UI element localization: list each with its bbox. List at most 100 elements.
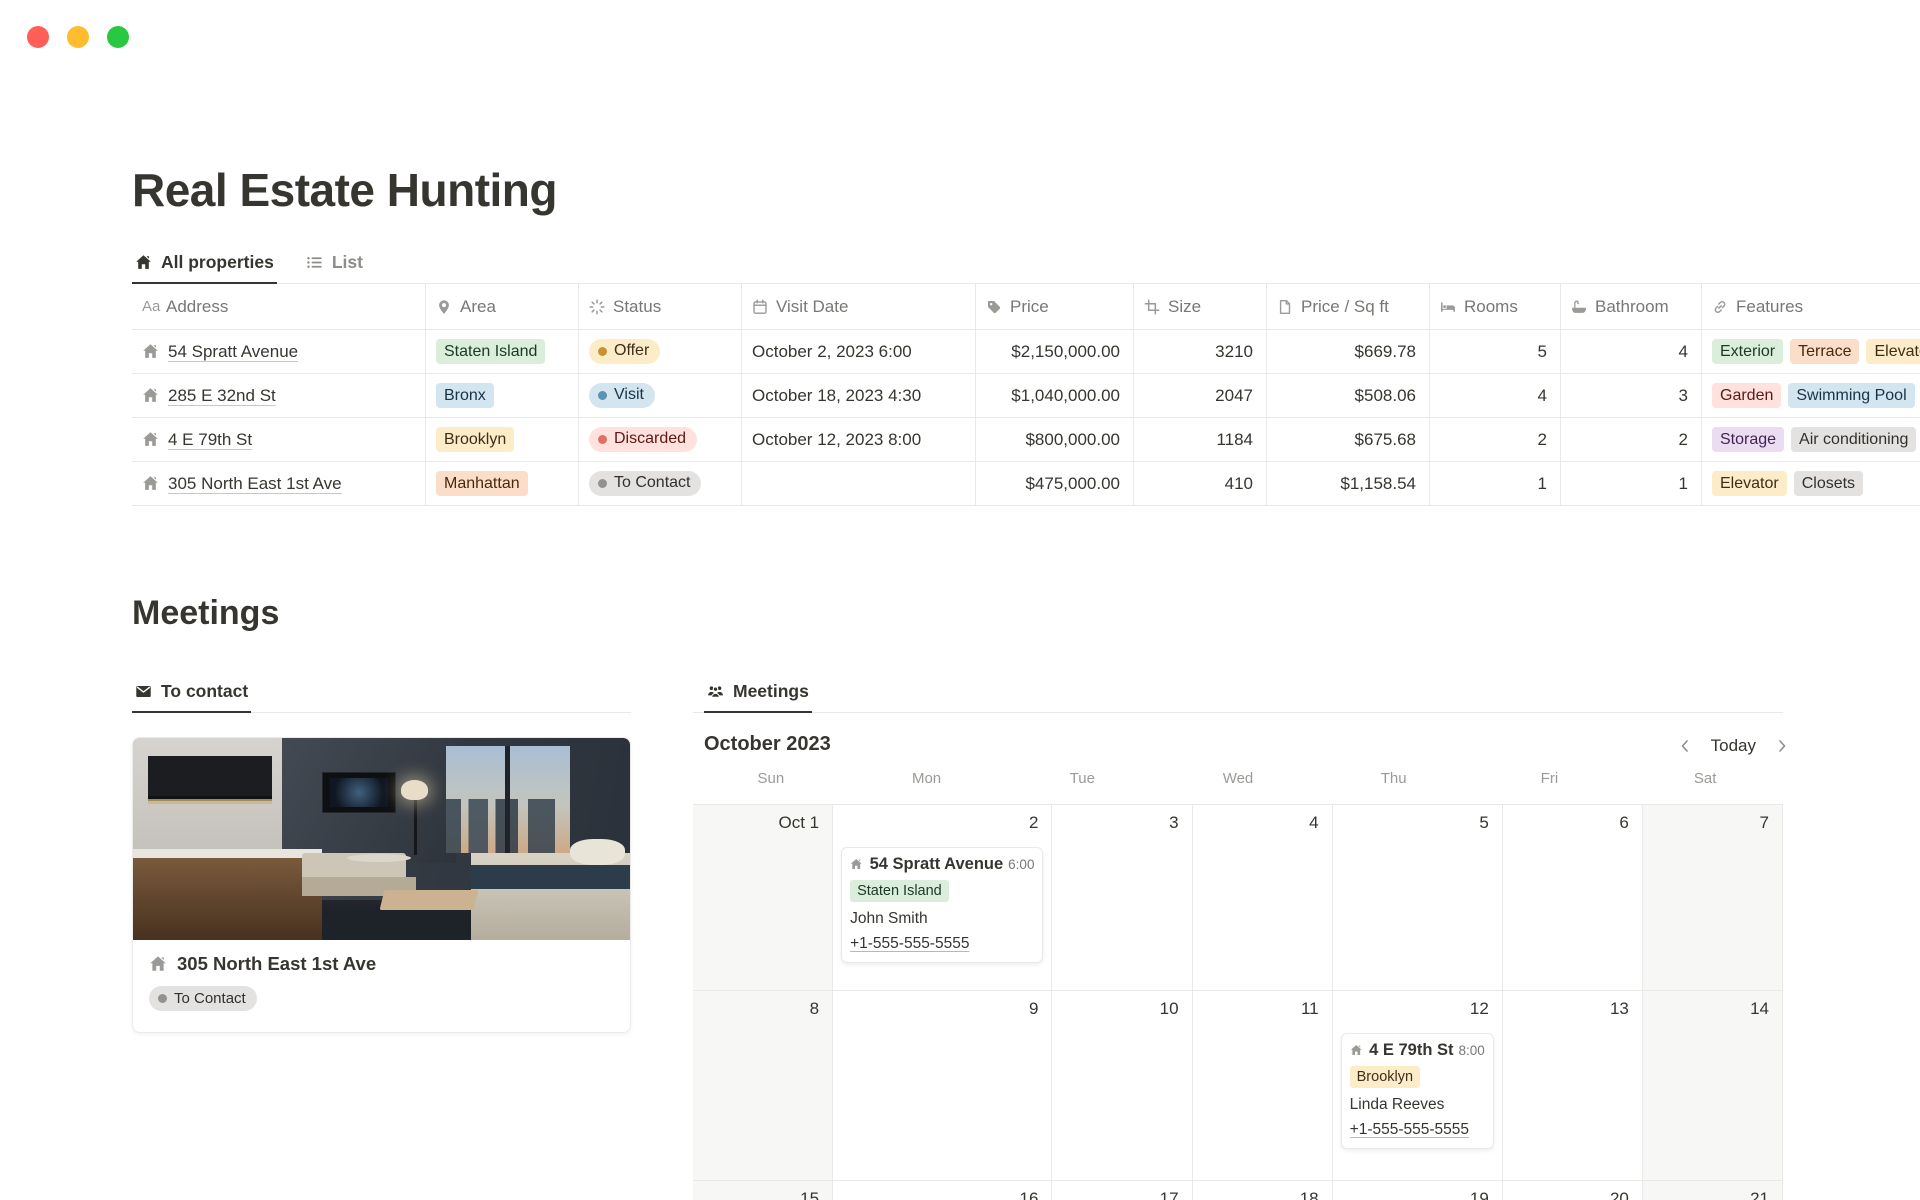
cell-price-sqft[interactable]: $669.78: [1267, 330, 1430, 374]
cell-features[interactable]: ExteriorTerraceElevator: [1702, 330, 1920, 374]
day-number: 17: [1160, 1189, 1179, 1200]
calendar-day-cell[interactable]: 13: [1503, 991, 1643, 1181]
cell-bathroom[interactable]: 1: [1561, 462, 1702, 506]
cell-area[interactable]: Brooklyn: [426, 418, 579, 462]
house-icon: [142, 387, 159, 404]
calendar-day-cell[interactable]: 4: [1193, 805, 1333, 991]
cell-address[interactable]: 54 Spratt Avenue: [132, 330, 426, 374]
cell-price-sqft[interactable]: $508.06: [1267, 374, 1430, 418]
day-header-sun: Sun: [693, 770, 849, 787]
calendar-day-cell[interactable]: 3: [1052, 805, 1192, 991]
close-button[interactable]: [27, 26, 49, 48]
cell-status[interactable]: Visit: [579, 374, 742, 418]
cell-address[interactable]: 305 North East 1st Ave: [132, 462, 426, 506]
cell-price-sqft[interactable]: $1,158.54: [1267, 462, 1430, 506]
column-header-size[interactable]: Size: [1134, 284, 1267, 330]
calendar-day-cell[interactable]: 14: [1643, 991, 1783, 1181]
cell-status[interactable]: To Contact: [579, 462, 742, 506]
calendar-day-cell[interactable]: 5: [1333, 805, 1503, 991]
cell-rooms[interactable]: 5: [1430, 330, 1561, 374]
cell-area[interactable]: Bronx: [426, 374, 579, 418]
calendar-day-cell[interactable]: 8: [693, 991, 833, 1181]
column-header-features[interactable]: Features: [1702, 284, 1920, 330]
cell-price[interactable]: $475,000.00: [976, 462, 1134, 506]
tag-staten-island: Staten Island: [850, 880, 949, 902]
cell-area[interactable]: Manhattan: [426, 462, 579, 506]
cell-features[interactable]: ElevatorClosets: [1702, 462, 1920, 506]
tab-to-contact[interactable]: To contact: [132, 681, 251, 713]
address-link[interactable]: 54 Spratt Avenue: [168, 342, 298, 362]
calendar-day-cell[interactable]: 10: [1052, 991, 1192, 1181]
cell-bathroom[interactable]: 2: [1561, 418, 1702, 462]
cell-visit-date[interactable]: October 2, 2023 6:00: [742, 330, 976, 374]
cell-features[interactable]: StorageAir conditioning: [1702, 418, 1920, 462]
address-link[interactable]: 305 North East 1st Ave: [168, 474, 342, 494]
calendar-day-cell[interactable]: 15: [693, 1181, 833, 1200]
cell-address[interactable]: 4 E 79th St: [132, 418, 426, 462]
cell-price-sqft[interactable]: $675.68: [1267, 418, 1430, 462]
column-header-bathroom[interactable]: Bathroom: [1561, 284, 1702, 330]
calendar-day-cell[interactable]: 17: [1052, 1181, 1192, 1200]
address-link[interactable]: 285 E 32nd St: [168, 386, 276, 406]
calendar-day-cell[interactable]: 21: [1643, 1181, 1783, 1200]
chevron-right-icon[interactable]: [1774, 738, 1790, 754]
cell-visit-date[interactable]: October 12, 2023 8:00: [742, 418, 976, 462]
tab-all-properties[interactable]: All properties: [132, 252, 277, 284]
cell-rooms[interactable]: 1: [1430, 462, 1561, 506]
column-header-rooms[interactable]: Rooms: [1430, 284, 1561, 330]
cell-size[interactable]: 3210: [1134, 330, 1267, 374]
cell-bathroom[interactable]: 3: [1561, 374, 1702, 418]
calendar-day-cell[interactable]: 9: [833, 991, 1052, 1181]
zoom-button[interactable]: [107, 26, 129, 48]
event-title-row: 54 Spratt Avenue6:00: [850, 855, 1034, 874]
column-header-price-sq-ft[interactable]: Price / Sq ft: [1267, 284, 1430, 330]
column-header-area[interactable]: Area: [426, 284, 579, 330]
address-link[interactable]: 4 E 79th St: [168, 430, 252, 450]
calendar-day-cell[interactable]: 124 E 79th St8:00BrooklynLinda Reeves+1-…: [1333, 991, 1503, 1181]
cell-visit-date[interactable]: October 18, 2023 4:30: [742, 374, 976, 418]
column-header-address[interactable]: AaAddress: [132, 284, 426, 330]
cell-area[interactable]: Staten Island: [426, 330, 579, 374]
cell-price[interactable]: $2,150,000.00: [976, 330, 1134, 374]
column-label: Bathroom: [1595, 297, 1669, 317]
minimize-button[interactable]: [67, 26, 89, 48]
calendar-day-cell[interactable]: 19: [1333, 1181, 1503, 1200]
today-button[interactable]: Today: [1711, 736, 1756, 756]
tab-list[interactable]: List: [303, 252, 366, 284]
property-card[interactable]: 305 North East 1st Ave To Contact: [132, 737, 631, 1033]
photo-shape: [330, 778, 389, 806]
column-header-status[interactable]: Status: [579, 284, 742, 330]
cell-size[interactable]: 1184: [1134, 418, 1267, 462]
cell-price[interactable]: $800,000.00: [976, 418, 1134, 462]
calendar-day-cell[interactable]: Oct 1: [693, 805, 833, 991]
calendar-event[interactable]: 4 E 79th St8:00BrooklynLinda Reeves+1-55…: [1341, 1033, 1494, 1149]
tag-closets: Closets: [1794, 471, 1863, 496]
event-phone-link[interactable]: +1-555-555-5555: [1350, 1121, 1485, 1139]
calendar-day-cell[interactable]: 20: [1503, 1181, 1643, 1200]
calendar-day-cell[interactable]: 11: [1193, 991, 1333, 1181]
cell-address[interactable]: 285 E 32nd St: [132, 374, 426, 418]
crop-icon: [1144, 299, 1160, 315]
calendar-day-cell[interactable]: 18: [1193, 1181, 1333, 1200]
calendar-event[interactable]: 54 Spratt Avenue6:00Staten IslandJohn Sm…: [841, 847, 1043, 963]
chevron-left-icon[interactable]: [1677, 738, 1693, 754]
calendar-day-cell[interactable]: 16: [833, 1181, 1052, 1200]
cell-size[interactable]: 410: [1134, 462, 1267, 506]
cell-status[interactable]: Offer: [579, 330, 742, 374]
calendar-day-cell[interactable]: 7: [1643, 805, 1783, 991]
cell-rooms[interactable]: 2: [1430, 418, 1561, 462]
tab-meetings[interactable]: Meetings: [704, 681, 812, 713]
cell-status[interactable]: Discarded: [579, 418, 742, 462]
cell-features[interactable]: GardenSwimming Pool: [1702, 374, 1920, 418]
calendar-day-cell[interactable]: 254 Spratt Avenue6:00Staten IslandJohn S…: [833, 805, 1052, 991]
cell-visit-date[interactable]: [742, 462, 976, 506]
cell-price[interactable]: $1,040,000.00: [976, 374, 1134, 418]
event-phone-link[interactable]: +1-555-555-5555: [850, 935, 1034, 953]
cell-size[interactable]: 2047: [1134, 374, 1267, 418]
column-header-price[interactable]: Price: [976, 284, 1134, 330]
cell-bathroom[interactable]: 4: [1561, 330, 1702, 374]
cell-rooms[interactable]: 4: [1430, 374, 1561, 418]
calendar-day-cell[interactable]: 6: [1503, 805, 1643, 991]
column-label: Price / Sq ft: [1301, 297, 1389, 317]
column-header-visit-date[interactable]: Visit Date: [742, 284, 976, 330]
